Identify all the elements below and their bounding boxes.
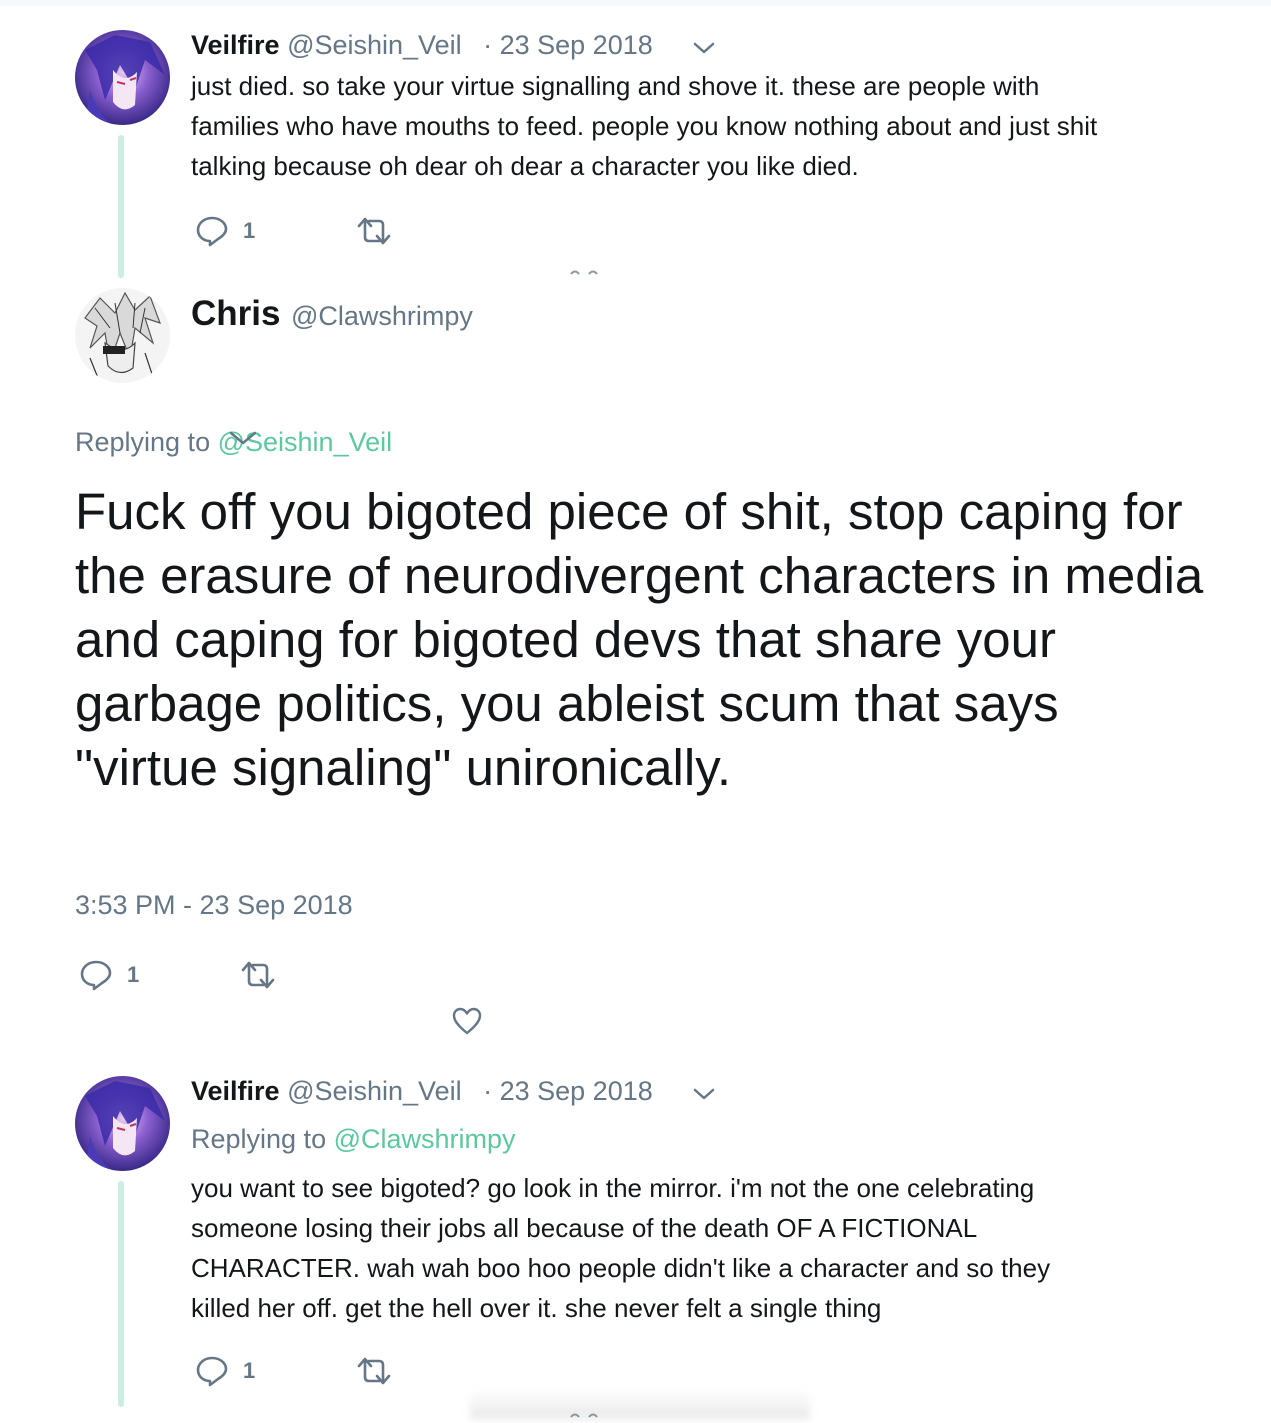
thread-line bbox=[118, 1181, 124, 1407]
user-name[interactable]: Chris bbox=[191, 294, 280, 334]
user-name[interactable]: Veilfire bbox=[191, 1076, 280, 1106]
chevron-down-icon[interactable] bbox=[228, 431, 258, 450]
reply-button[interactable]: 1 bbox=[79, 958, 139, 992]
more-dots-icon[interactable] bbox=[570, 262, 598, 280]
replying-to-label: Replying to bbox=[75, 427, 211, 457]
reply-icon bbox=[196, 1356, 228, 1387]
more-dots-icon[interactable] bbox=[570, 1405, 598, 1423]
user-handle[interactable]: @Clawshrimpy bbox=[291, 301, 473, 332]
more-options-chevron-icon[interactable] bbox=[692, 1086, 716, 1102]
retweet-icon bbox=[241, 961, 275, 989]
user-name[interactable]: Veilfire bbox=[191, 30, 280, 60]
tweet-timestamp[interactable]: 3:53 PM - 23 Sep 2018 bbox=[75, 890, 353, 921]
reply-count: 1 bbox=[243, 218, 256, 243]
heart-icon bbox=[452, 1007, 482, 1035]
tweet-text: you want to see bigoted? go look in the … bbox=[191, 1173, 1051, 1323]
retweet-icon bbox=[357, 217, 391, 245]
reply-icon bbox=[80, 960, 112, 991]
retweet-button[interactable] bbox=[355, 1356, 393, 1386]
more-options-chevron-icon[interactable] bbox=[692, 40, 716, 56]
anime-avatar-icon bbox=[75, 30, 170, 125]
tweet-date[interactable]: · 23 Sep 2018 bbox=[483, 1076, 653, 1106]
bottom-fade bbox=[470, 1390, 810, 1419]
thread-line bbox=[118, 135, 124, 278]
reply-button[interactable]: 1 bbox=[195, 1354, 255, 1388]
top-divider bbox=[0, 0, 1271, 6]
chris-avatar[interactable] bbox=[75, 288, 170, 383]
retweet-icon bbox=[357, 1357, 391, 1385]
replying-to-link[interactable]: @Clawshrimpy bbox=[334, 1124, 516, 1154]
retweet-button[interactable] bbox=[355, 216, 393, 246]
user-handle[interactable]: @Seishin_Veil bbox=[287, 1076, 462, 1106]
retweet-button[interactable] bbox=[239, 960, 277, 990]
veilfire-avatar[interactable] bbox=[75, 1076, 170, 1171]
user-handle[interactable]: @Seishin_Veil bbox=[287, 30, 462, 60]
anime-avatar-icon bbox=[75, 1076, 170, 1171]
reply-icon bbox=[196, 216, 228, 247]
sketch-avatar-icon bbox=[75, 288, 170, 383]
replying-to-label: Replying to bbox=[191, 1124, 327, 1154]
tweet-header: Veilfire @Seishin_Veil · 23 Sep 2018 bbox=[191, 28, 653, 62]
tweet-header: Veilfire @Seishin_Veil · 23 Sep 2018 bbox=[191, 1074, 653, 1108]
veilfire-avatar[interactable] bbox=[75, 30, 170, 125]
like-button[interactable] bbox=[451, 1006, 483, 1036]
replying-to-line: Replying to @Clawshrimpy bbox=[191, 1124, 516, 1155]
reply-button[interactable]: 1 bbox=[195, 214, 255, 248]
tweet-text: just died. so take your virtue signallin… bbox=[191, 71, 1098, 181]
reply-count: 1 bbox=[243, 1358, 256, 1383]
main-tweet-text: Fuck off you bigoted piece of shit, stop… bbox=[75, 483, 1204, 796]
tweet-date[interactable]: · 23 Sep 2018 bbox=[483, 30, 653, 60]
reply-count: 1 bbox=[127, 962, 140, 987]
